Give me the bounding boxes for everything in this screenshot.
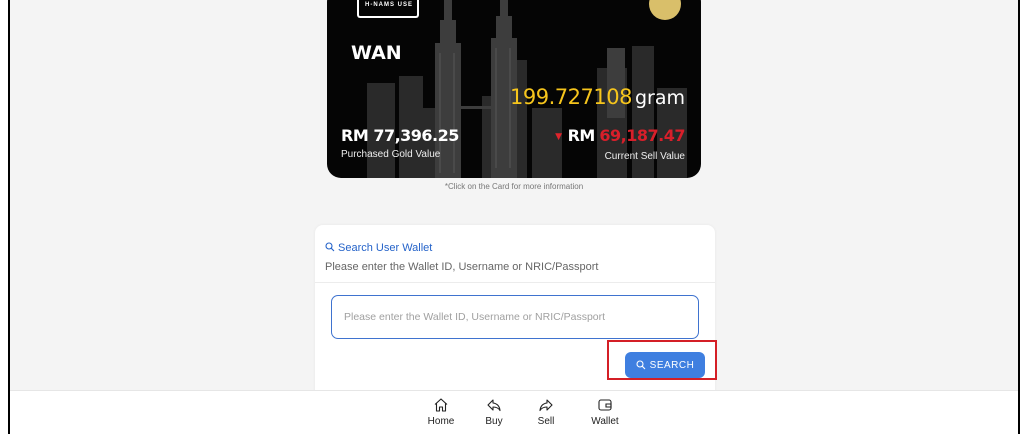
home-icon — [434, 398, 448, 412]
search-wallet-panel: Search User Wallet Please enter the Wall… — [315, 225, 715, 415]
share-forward-icon — [539, 399, 553, 412]
gold-card[interactable]: H-NAMS USE WAN 199.727108 gram RM 77,396.… — [327, 0, 701, 178]
frame-right-border — [1018, 0, 1020, 434]
panel-subtitle: Please enter the Wallet ID, Username or … — [325, 261, 599, 273]
purchased-gold-label: Purchased Gold Value — [341, 149, 441, 160]
sell-amount: 69,187.47 — [599, 126, 685, 145]
nav-label-sell: Sell — [537, 416, 555, 427]
sell-currency: RM — [567, 126, 596, 145]
panel-title-text: Search User Wallet — [338, 242, 433, 254]
wallet-icon — [598, 399, 612, 411]
panel-divider — [315, 282, 715, 283]
nav-item-buy[interactable]: Buy — [469, 397, 519, 427]
gold-grams-unit: gram — [634, 87, 685, 109]
search-icon — [325, 242, 335, 252]
down-arrow-icon: ▼ — [555, 132, 562, 142]
card-holder-name: WAN — [351, 42, 402, 64]
nav-label-home: Home — [427, 416, 455, 427]
share-back-icon — [487, 399, 501, 412]
nav-label-wallet: Wallet — [591, 416, 619, 427]
card-hint: *Click on the Card for more information — [444, 182, 584, 191]
wallet-search-input[interactable] — [331, 295, 699, 339]
gold-grams: 199.727108 gram — [510, 85, 685, 109]
current-sell-label: Current Sell Value — [604, 151, 685, 162]
gold-grams-value: 199.727108 — [510, 85, 632, 109]
nav-item-home[interactable]: Home — [416, 397, 466, 427]
search-button-highlight — [607, 340, 717, 380]
card-logo: H-NAMS USE — [357, 0, 419, 18]
purchased-gold-value: RM 77,396.25 — [341, 126, 459, 145]
bottom-nav: Home Buy Sell Wallet — [10, 390, 1018, 434]
nav-item-sell[interactable]: Sell — [521, 397, 571, 427]
card-logo-text: H-NAMS USE — [365, 2, 414, 8]
app-viewport: H-NAMS USE WAN 199.727108 gram RM 77,396.… — [10, 0, 1018, 434]
panel-title: Search User Wallet — [325, 242, 432, 254]
nav-item-wallet[interactable]: Wallet — [580, 397, 630, 427]
current-sell-value: ▼ RM 69,187.47 — [555, 126, 685, 145]
nav-label-buy: Buy — [485, 416, 503, 427]
